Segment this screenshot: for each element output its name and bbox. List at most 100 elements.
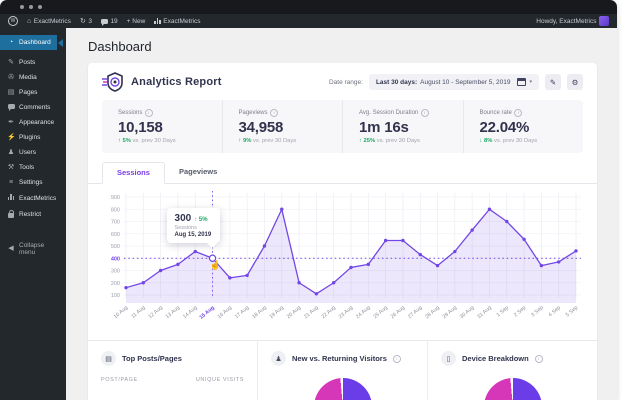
svg-text:31 Aug: 31 Aug (476, 305, 493, 320)
stats-overview: Sessions 10,158 ↑ 5% vs. prev 30 Days Pa… (102, 100, 583, 153)
sidebar-item-label: Settings (19, 179, 43, 186)
svg-text:15 Aug: 15 Aug (199, 305, 216, 321)
svg-text:600: 600 (111, 232, 120, 238)
sidebar-item-users[interactable]: ♟ Users (0, 145, 66, 160)
wordpress-menu[interactable]: W (8, 16, 18, 26)
exactmetrics-toolbar-link[interactable]: ExactMetrics (154, 18, 200, 25)
updates-link[interactable]: ↻ 3 (80, 18, 92, 25)
info-icon[interactable] (514, 109, 523, 117)
wp-admin-bar: W ⌂ ExactMetrics ↻ 3 19 + New ExactMetri… (0, 14, 617, 28)
stat-label: Pageviews (238, 110, 268, 116)
svg-text:25 Aug: 25 Aug (372, 305, 389, 320)
column-header-unique-visits: UNIQUE VISITS (195, 377, 244, 383)
info-icon[interactable] (420, 109, 429, 117)
users-icon: ♟ (7, 149, 15, 156)
widget-title: Device Breakdown (462, 354, 529, 363)
new-content-link[interactable]: + New (127, 18, 146, 25)
sidebar-item-comments[interactable]: Comments (0, 100, 66, 115)
date-range-picker[interactable]: Last 30 days: August 10 - September 5, 2… (368, 73, 539, 91)
svg-text:4 Sep: 4 Sep (548, 305, 563, 319)
sidebar-item-label: ExactMetrics (19, 194, 57, 202)
tab-sessions[interactable]: Sessions (102, 162, 165, 184)
sidebar-item-label: Posts (19, 59, 36, 66)
stat-value: 10,158 (118, 119, 163, 136)
sidebar-item-collapse-menu[interactable]: ◀ Collapse menu (0, 238, 66, 260)
sidebar-item-label: Tools (19, 164, 35, 171)
settings-button[interactable]: ⚙ (567, 74, 583, 90)
sidebar-item-label: Appearance (19, 119, 55, 126)
info-icon[interactable] (144, 109, 153, 117)
svg-text:14 Aug: 14 Aug (182, 305, 199, 320)
browser-window: W ⌂ ExactMetrics ↻ 3 19 + New ExactMetri… (0, 0, 617, 400)
report-header: Analytics Report Date range: Last 30 day… (88, 63, 597, 100)
tooltip-delta: ↑ 5% (194, 217, 208, 224)
sidebar-item-label: Dashboard (19, 39, 51, 46)
svg-text:5 Sep: 5 Sep (565, 305, 580, 319)
howdy-text: Howdy, ExactMetrics (536, 17, 597, 25)
stat-delta: ↓ 8% (479, 138, 493, 144)
comments-icon (7, 104, 15, 111)
tab-pageviews[interactable]: Pageviews (165, 162, 231, 183)
svg-text:12 Aug: 12 Aug (147, 305, 164, 320)
info-icon[interactable] (270, 109, 279, 117)
stat-sessions: Sessions 10,158 ↑ 5% vs. prev 30 Days (102, 100, 222, 153)
home-icon: ⌂ (27, 17, 32, 25)
window-dot (20, 5, 24, 9)
stat-delta-suffix: vs. prev 30 Days (376, 138, 420, 144)
visitors-pie-chart (313, 378, 372, 400)
info-icon[interactable] (392, 354, 401, 363)
sidebar-item-appearance[interactable]: ✒ Appearance (0, 115, 66, 130)
svg-text:13 Aug: 13 Aug (165, 305, 182, 320)
tooltip-arrow (206, 243, 217, 249)
wp-content-area: Dashboard Analytics Report Date range: L… (66, 28, 617, 400)
new-label: + New (126, 17, 146, 25)
collapse-icon: ◀ (8, 245, 14, 252)
sidebar-item-restrict[interactable]: Restrict (0, 206, 66, 224)
stat-delta-suffix: vs. prev 30 Days (132, 138, 176, 144)
device-icon: ▯ (441, 351, 456, 366)
widget-top-posts: ▤ Top Posts/Pages POST/PAGE UNIQUE VISIT… (88, 341, 257, 400)
pin-icon: ✎ (8, 59, 14, 66)
widget-device-breakdown: ▯ Device Breakdown (427, 341, 597, 400)
stat-pageviews: Pageviews 34,958 ↑ 9% vs. prev 30 Days (221, 100, 343, 153)
page-title: Dashboard (88, 39, 152, 54)
sidebar-item-exactmetrics[interactable]: ExactMetrics (0, 190, 66, 206)
sidebar-item-plugins[interactable]: ⚡ Plugins (0, 130, 66, 145)
svg-text:29 Aug: 29 Aug (442, 305, 459, 320)
sidebar-item-settings[interactable]: ≡ Settings (0, 175, 66, 190)
sidebar-item-tools[interactable]: ⚒ Tools (0, 160, 66, 175)
date-range-preset: Last 30 days: (375, 78, 418, 86)
sidebar-item-media[interactable]: ✇ Media (0, 70, 66, 85)
comments-link[interactable]: 19 (100, 18, 118, 26)
chart-tooltip: 300 ↑ 5% Sessions Aug 15, 2019 (166, 208, 221, 249)
svg-text:900: 900 (111, 195, 120, 201)
stat-label: Sessions (118, 110, 143, 116)
svg-text:17 Aug: 17 Aug (234, 305, 251, 320)
svg-text:400: 400 (111, 256, 120, 262)
site-name: ExactMetrics (33, 17, 71, 25)
stat-delta: ↑ 9% (238, 138, 252, 144)
widget-title: New vs. Returning Visitors (292, 354, 387, 363)
widget-title: Top Posts/Pages (122, 354, 182, 363)
wp-admin-sidebar: ◔ Dashboard ✎ Posts ✇ Media ▤ Pages Comm… (0, 28, 66, 400)
chart-tabs: Sessions Pageviews (88, 162, 597, 184)
info-icon[interactable] (534, 354, 543, 363)
tooltip-series: Sessions (174, 225, 197, 232)
updates-icon: ↻ (79, 17, 86, 25)
appearance-icon: ✒ (8, 119, 14, 126)
svg-text:500: 500 (111, 244, 120, 250)
analytics-report-card: Analytics Report Date range: Last 30 day… (88, 63, 597, 400)
account-menu[interactable]: Howdy, ExactMetrics (536, 16, 609, 26)
site-home-link[interactable]: ⌂ ExactMetrics (27, 18, 71, 25)
edit-button[interactable]: ✎ (545, 74, 561, 90)
window-dot (38, 5, 42, 9)
tooltip-date: Aug 15, 2019 (174, 232, 212, 239)
sidebar-item-label: Media (19, 74, 37, 81)
sidebar-item-posts[interactable]: ✎ Posts (0, 55, 66, 70)
sidebar-item-pages[interactable]: ▤ Pages (0, 85, 66, 100)
svg-text:16 Aug: 16 Aug (217, 305, 234, 320)
stat-delta: ↑ 25% (359, 138, 376, 144)
svg-text:300: 300 (111, 269, 120, 275)
sidebar-item-dashboard[interactable]: ◔ Dashboard (0, 35, 57, 50)
svg-text:28 Aug: 28 Aug (424, 305, 441, 320)
